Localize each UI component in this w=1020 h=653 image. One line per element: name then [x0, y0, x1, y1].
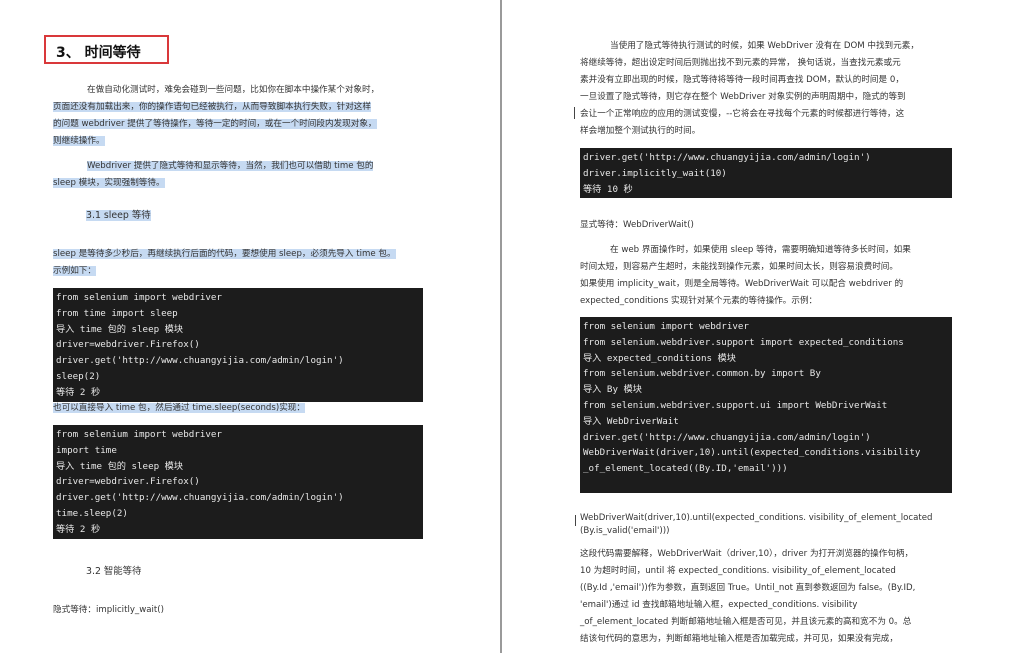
para-line: 结该句代码的意思为，判断邮箱地址输入框是否加载完成，并可见，如果没有完成，	[580, 634, 898, 644]
implicit-intro-paragraph: 当使用了隐式等待执行测试的时候，如果 WebDriver 没有在 DOM 中找到…	[580, 38, 919, 140]
explicit-wait-label: 显式等待：WebDriverWait()	[580, 217, 694, 234]
code-line: from selenium import webdriver	[583, 321, 749, 332]
right-page: 当使用了隐式等待执行测试的时候，如果 WebDriver 没有在 DOM 中找到…	[502, 0, 1020, 653]
code-line: time.sleep(2)	[56, 507, 128, 519]
code-line: from selenium.webdriver.common.by import…	[583, 368, 821, 380]
para-line: ((By.Id ,'email'))作为参数，直到返回 True。Until_n…	[580, 583, 916, 593]
para-line: 样会增加整个测试执行的时间。	[580, 126, 701, 136]
explanation-paragraph: 这段代码需要解释，WebDriverWait（driver,10），driver…	[580, 546, 915, 648]
code-line: from selenium import webdriver	[56, 292, 222, 303]
between-text: 也可以直接导入 time 包，然后通过 time.sleep(seconds)实…	[53, 400, 305, 417]
section-heading-box: 3、 时间等待	[44, 35, 169, 64]
code-block-sleep: from selenium import webdriver from time…	[53, 288, 423, 402]
section-3-1-heading: 3.1 sleep 等待	[86, 207, 151, 221]
para-line: 这段代码需要解释，WebDriverWait（driver,10），driver…	[580, 549, 914, 559]
intro-line: 在做自动化测试时，难免会碰到一些问题，比如你在脚本中操作某个对象时，	[87, 85, 380, 95]
intro-line: 则继续操作。	[53, 136, 105, 146]
para-line: 如果使用 implicity_wait，则是全局等待。WebDriverWait…	[580, 279, 904, 289]
code-line: driver=webdriver.Firefox()	[56, 339, 200, 351]
code-line: 等待 2 秒	[56, 523, 101, 535]
intro2-line: sleep 模块，实现强制等待。	[53, 178, 165, 188]
para-line: 在 web 界面操作时，如果使用 sleep 等待，需要明确知道等待多长时间，如…	[610, 245, 911, 255]
code-line: driver.get('http://www.chuangyijia.com/a…	[56, 355, 344, 367]
code-line: 导入 By 模块	[583, 384, 642, 396]
code-line: 导入 WebDriverWait	[583, 415, 679, 427]
section-heading: 3、 时间等待	[56, 45, 141, 61]
text-cursor	[575, 515, 576, 526]
code-line: driver=webdriver.Firefox()	[56, 476, 200, 488]
intro-line: 的问题 webdriver 提供了等待操作，等待一定的时间，或在一个时间段内发现…	[53, 119, 377, 129]
code-line: 等待 10 秒	[583, 183, 633, 195]
para-line: 当使用了隐式等待执行测试的时候，如果 WebDriver 没有在 DOM 中找到…	[610, 41, 919, 51]
sleep-desc-line: 示例如下：	[53, 266, 96, 276]
left-page: 3、 时间等待 在做自动化测试时，难免会碰到一些问题，比如你在脚本中操作某个对象…	[0, 0, 500, 653]
code-line: driver.get('http://www.chuangyijia.com/a…	[583, 431, 871, 443]
intro-paragraph: 在做自动化测试时，难免会碰到一些问题，比如你在脚本中操作某个对象时， 页面还没有…	[53, 82, 379, 150]
code-block-explicit: from selenium import webdriver from sele…	[580, 317, 952, 493]
sleep-description: sleep 是等待多少秒后，再继续执行后面的代码，要想使用 sleep，必须先导…	[53, 246, 396, 280]
code-line: from time import sleep	[56, 307, 178, 319]
intro2-line: Webdriver 提供了隐式等待和显示等待，当然，我们也可以借助 time 包…	[87, 161, 374, 171]
implicit-wait-label: 隐式等待：implicitly_wait()	[53, 602, 164, 619]
code-line: 导入 time 包的 sleep 模块	[56, 460, 184, 472]
code-line: driver.implicitly_wait(10)	[583, 167, 727, 179]
intro-line: 页面还没有加载出来，你的操作语句已经被执行，从而导致脚本执行失败，针对这样	[53, 102, 371, 112]
sleep-desc-line: sleep 是等待多少秒后，再继续执行后面的代码，要想使用 sleep，必须先导…	[53, 249, 396, 259]
code-line: 导入 time 包的 sleep 模块	[56, 323, 184, 335]
code-block-time-sleep: from selenium import webdriver import ti…	[53, 425, 423, 539]
text-cursor	[574, 107, 575, 119]
para-line: 'email')通过 id 查找邮箱地址输入框，expected_conditi…	[580, 600, 858, 610]
section-3-1-text: 3.1 sleep 等待	[86, 210, 151, 221]
code-block-implicit: driver.get('http://www.chuangyijia.com/a…	[580, 148, 952, 198]
para-line: 10 为超时时间，until 将 expected_conditions. vi…	[580, 566, 896, 576]
para-line: 时间太短，则容易产生超时，未能找到操作元素，如果时间太长，则容易浪费时间。	[580, 262, 898, 272]
para-line: WebDriverWait(driver,10).until(expected_…	[580, 513, 933, 523]
code-line: _of_element_located((By.ID,'email')))	[583, 463, 788, 475]
intro2-paragraph: Webdriver 提供了隐式等待和显示等待，当然，我们也可以借助 time 包…	[53, 158, 374, 192]
explicit-description: 在 web 界面操作时，如果使用 sleep 等待，需要明确知道等待多长时间，如…	[580, 242, 911, 310]
code-line: from selenium import webdriver	[56, 429, 222, 440]
code-line: sleep(2)	[56, 370, 101, 382]
code-line: from selenium.webdriver.support.ui impor…	[583, 399, 888, 411]
para-line: 会让一个正常响应的应用的测试变慢，--它将会在寻找每个元素的时候都进行等待，这	[580, 109, 905, 119]
para-line: 素并没有立即出现的时候，隐式等待将等待一段时间再查找 DOM，默认的时间是 0，	[580, 75, 904, 85]
code-line: import time	[56, 444, 117, 456]
code-line: 等待 2 秒	[56, 386, 101, 398]
para-line: _of_element_located 判断邮箱地址输入框是否可见，并且该元素的…	[580, 617, 912, 627]
code-line: WebDriverWait(driver,10).until(expected_…	[583, 447, 921, 459]
code-line: from selenium.webdriver.support import e…	[583, 336, 904, 348]
webdriverwait-line: WebDriverWait(driver,10).until(expected_…	[580, 512, 932, 538]
para-line: 将继续等待，超出设定时间后则抛出找不到元素的异常， 换句话说，当查找元素或元	[580, 58, 901, 68]
code-line: driver.get('http://www.chuangyijia.com/a…	[56, 492, 344, 504]
between-line: 也可以直接导入 time 包，然后通过 time.sleep(seconds)实…	[53, 403, 305, 413]
section-3-2-heading: 3.2 智能等待	[86, 566, 142, 577]
para-line: 一旦设置了隐式等待，则它存在整个 WebDriver 对象实例的声明周期中，隐式…	[580, 92, 906, 102]
para-line: (By.is_valid('email')))	[580, 526, 670, 536]
explicit-label-line: 显式等待：WebDriverWait()	[580, 220, 694, 230]
code-line: 导入 expected_conditions 模块	[583, 352, 736, 364]
code-line: driver.get('http://www.chuangyijia.com/a…	[583, 152, 871, 163]
para-line: expected_conditions 实现针对某个元素的等待操作。示例：	[580, 296, 818, 306]
implicit-label-line: 隐式等待：implicitly_wait()	[53, 605, 164, 615]
